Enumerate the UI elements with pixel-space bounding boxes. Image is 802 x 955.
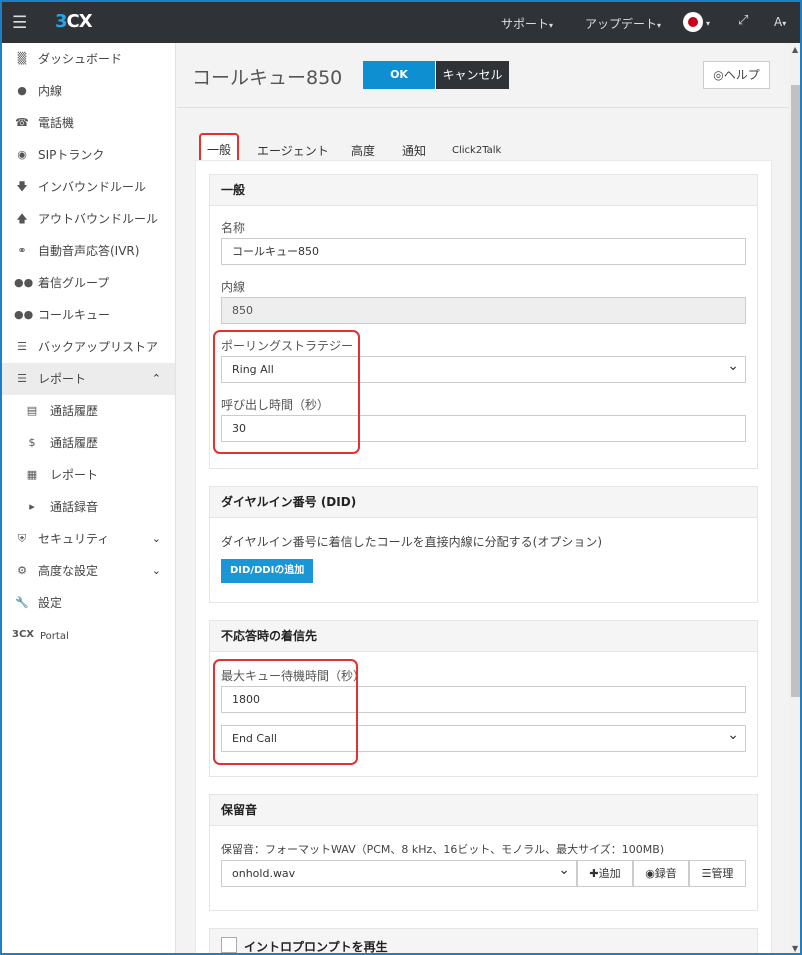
globe-icon: ◉ [17, 148, 27, 161]
name-label: 名称 [221, 221, 246, 235]
sidebar-item-recordings[interactable]: ▸ 通話録音 [2, 491, 175, 523]
moh-add-button[interactable]: ✚追加 [577, 860, 633, 887]
help-button[interactable]: ◎ヘルプ [703, 61, 770, 89]
plus-icon: ✚ [589, 867, 599, 880]
sidebar-item-ring-groups[interactable]: ●● 着信グループ [2, 267, 175, 299]
users-icon: ●● [14, 308, 34, 321]
menu-icon[interactable]: ☰ [12, 13, 27, 33]
sidebar-item-inbound-rules[interactable]: 🡇 インバウンドルール [2, 171, 175, 203]
app-window: ☰ 3CX サポート▾ アップデート▾ ▾ ⤢ A▾ ▒ ダッシュボード ● 内線 … [0, 0, 802, 955]
did-description: ダイヤルイン番号に着信したコールを直接内線に分配する(オプション) [221, 535, 603, 549]
tab-content: 一般 名称 コールキュー850 内線 850 ポーリングストラテジー Ring … [195, 160, 772, 954]
cancel-button[interactable]: キャンセル [436, 61, 509, 89]
scrollbar[interactable]: ▲ ▼ [789, 43, 800, 953]
extension-field: 850 [221, 297, 746, 324]
extension-label: 内線 [221, 280, 246, 294]
sidebar-item-backup-restore[interactable]: ☰ バックアップリストア [2, 331, 175, 363]
arrow-down-icon: 🡇 [16, 180, 28, 193]
japan-flag-icon[interactable] [683, 12, 703, 32]
sidebar-item-dashboard[interactable]: ▒ ダッシュボード [2, 43, 175, 75]
main-area: コールキュー850 OK キャンセル ◎ヘルプ 一般 エージェント 高度 通知 … [177, 43, 789, 954]
wrench-icon: 🔧 [15, 596, 29, 609]
scrollbar-thumb[interactable] [791, 85, 800, 697]
bar-chart-icon: ▒ [17, 52, 27, 65]
dollar-icon: $ [28, 436, 36, 449]
phone-icon: ☎ [15, 116, 29, 129]
speaker-icon: ▸ [29, 500, 35, 513]
support-menu[interactable]: サポート▾ [501, 15, 553, 32]
highlight-box [213, 330, 360, 454]
intro-prompt-checkbox[interactable] [221, 937, 237, 953]
sidebar-item-outbound-rules[interactable]: 🡅 アウトバウンドルール [2, 203, 175, 235]
moh-record-button[interactable]: ◉録音 [633, 860, 689, 887]
did-panel: ダイヤルイン番号 (DID) ダイヤルイン番号に着信したコールを直接内線に分配す… [209, 486, 758, 603]
sidebar-item-call-history[interactable]: ▤ 通話履歴 [2, 395, 175, 427]
intro-prompt-panel: イントロプロンプトを再生 [209, 928, 758, 954]
gear-icon: ⚙ [17, 564, 27, 577]
fullscreen-icon[interactable]: ⤢ [738, 13, 748, 28]
music-on-hold-panel: 保留音 保留音：フォーマットWAV（PCM、8 kHz、16ビット、モノラル、最… [209, 794, 758, 911]
moh-manage-button[interactable]: ☰管理 [689, 860, 746, 887]
panel-heading: 保留音 [210, 795, 757, 826]
no-answer-panel: 不応答時の着信先 最大キュー待機時間（秒） 1800 End Call [209, 620, 758, 777]
ok-button[interactable]: OK [363, 61, 435, 89]
sidebar-item-sip-trunks[interactable]: ◉ SIPトランク [2, 139, 175, 171]
language-caret-icon[interactable]: ▾ [706, 15, 710, 29]
sidebar-item-ivr[interactable]: ⚭ 自動音声応答(IVR) [2, 235, 175, 267]
moh-file-select[interactable]: onhold.wav [221, 858, 577, 887]
sidebar-item-extensions[interactable]: ● 内線 [2, 75, 175, 107]
sidebar-item-settings[interactable]: 🔧 設定 [2, 587, 175, 619]
sidebar-item-portal[interactable]: 3CX Portal [2, 619, 175, 651]
intro-prompt-label: イントロプロンプトを再生 [244, 940, 388, 954]
moh-controls: onhold.wav ✚追加 ◉録音 ☰管理 [221, 858, 746, 887]
panel-heading: ダイヤルイン番号 (DID) [210, 487, 757, 518]
page-title: コールキュー850 [192, 67, 343, 89]
logo[interactable]: 3CX [55, 11, 93, 32]
scroll-up-icon[interactable]: ▲ [792, 45, 798, 54]
moh-description: 保留音：フォーマットWAV（PCM、8 kHz、16ビット、モノラル、最大サイズ… [221, 843, 665, 856]
sidebar-item-report[interactable]: ▦ レポート [2, 459, 175, 491]
highlight-box [213, 659, 358, 765]
3cx-logo-icon: 3CX [11, 629, 34, 640]
sidebar-item-advanced[interactable]: ⚙ 高度な設定 ⌄ [2, 555, 175, 587]
report-icon: ▦ [26, 468, 38, 481]
chevron-down-icon: ⌄ [151, 532, 161, 545]
help-icon: ◎ [713, 68, 724, 82]
shield-icon: ⛨ [17, 532, 27, 545]
sidebar-item-call-cost[interactable]: $ 通話履歴 [2, 427, 175, 459]
panel-heading: 一般 [210, 175, 757, 206]
database-icon: ☰ [17, 340, 27, 353]
sidebar-item-security[interactable]: ⛨ セキュリティ ⌄ [2, 523, 175, 555]
chevron-down-icon: ⌄ [151, 564, 161, 577]
list-icon: ☰ [17, 372, 27, 385]
chevron-up-icon: ⌃ [151, 372, 161, 385]
sidebar: ▒ ダッシュボード ● 内線 ☎ 電話機 ◉ SIPトランク 🡇 インバウンドルール 🡅 ア… [2, 43, 176, 953]
name-field[interactable]: コールキュー850 [221, 238, 746, 265]
arrow-up-icon: 🡅 [16, 212, 28, 225]
general-panel: 一般 名称 コールキュー850 内線 850 ポーリングストラテジー Ring … [209, 174, 758, 469]
sidebar-item-reports[interactable]: ☰ レポート ⌃ [2, 363, 175, 395]
panel-heading: 不応答時の着信先 [210, 621, 757, 652]
user-menu[interactable]: A▾ [774, 15, 786, 29]
add-did-button[interactable]: DID/DDIの追加 [221, 559, 314, 583]
record-icon: ◉ [645, 867, 655, 880]
top-bar: ☰ 3CX サポート▾ アップデート▾ ▾ ⤢ A▾ [2, 2, 800, 43]
sidebar-item-call-queues[interactable]: ●● コールキュー [2, 299, 175, 331]
document-icon: ▤ [26, 404, 38, 417]
sidebar-item-phones[interactable]: ☎ 電話機 [2, 107, 175, 139]
divider [177, 107, 789, 108]
user-icon: ● [17, 84, 27, 97]
updates-menu[interactable]: アップデート▾ [585, 15, 661, 32]
group-icon: ●● [14, 276, 34, 289]
headset-icon: ⚭ [17, 244, 27, 257]
scroll-down-icon[interactable]: ▼ [792, 944, 798, 953]
list-icon: ☰ [701, 867, 712, 880]
